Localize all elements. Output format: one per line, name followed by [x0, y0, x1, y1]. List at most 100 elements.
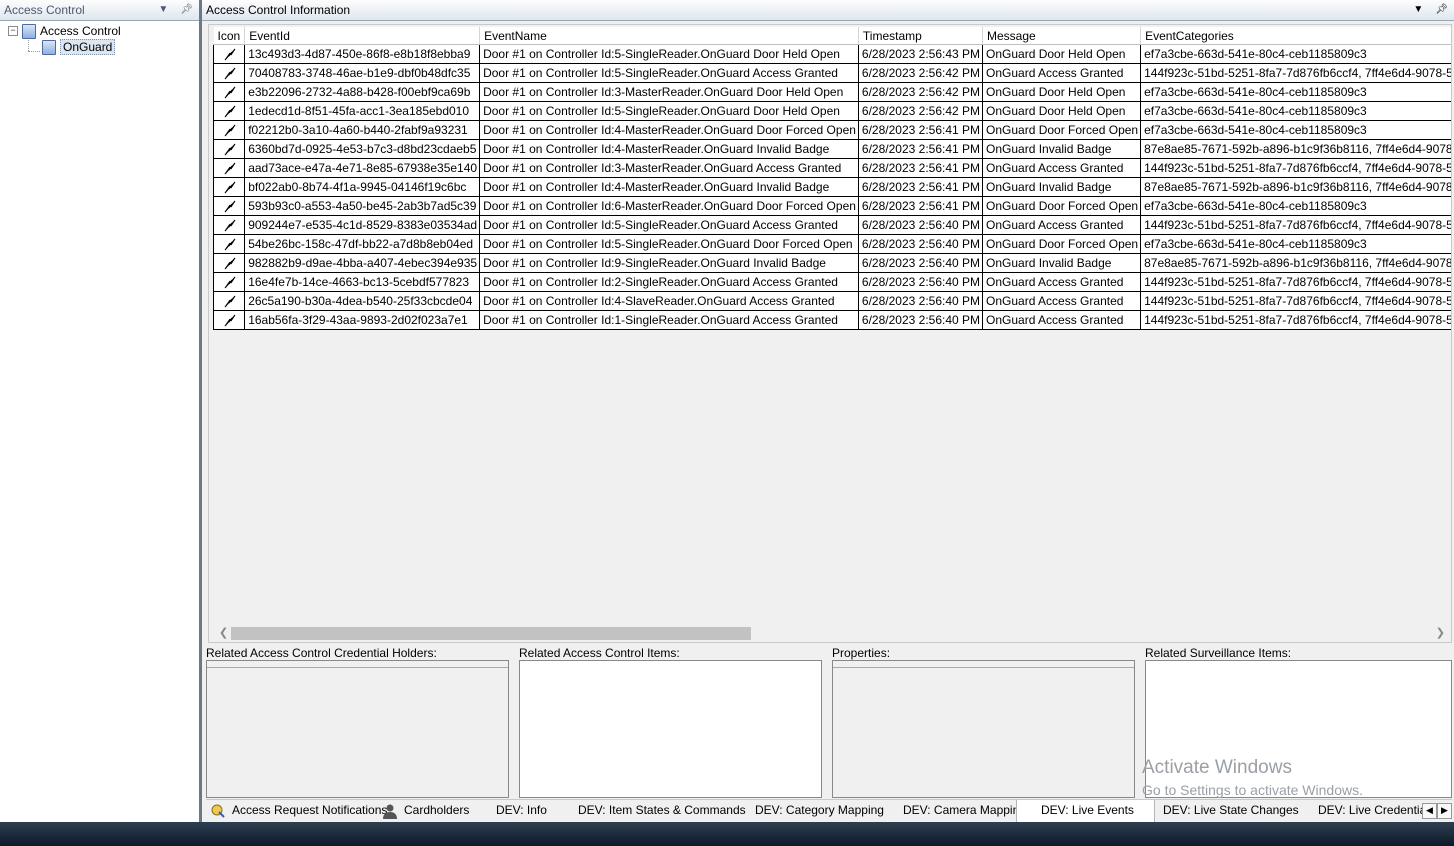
- eventname-cell: Door #1 on Controller Id:2-SingleReader.…: [479, 272, 859, 292]
- table-row[interactable]: e3b22096-2732-4a88-b428-f00ebf9ca69b Door…: [212, 82, 1451, 102]
- pin-icon[interactable]: 📌︎: [180, 4, 193, 15]
- table-row[interactable]: 54be26bc-158c-47df-bb22-a7d8b8eb04ed Door…: [212, 234, 1451, 254]
- bottom-tab-bar: Access Request Notifications Cardholders…: [206, 799, 1452, 823]
- properties-list[interactable]: [832, 660, 1135, 798]
- eventid-cell: e3b22096-2732-4a88-b428-f00ebf9ca69b: [244, 82, 481, 102]
- table-row[interactable]: aad73ace-e47a-4e71-8e85-67938e35e140 Door…: [212, 158, 1451, 178]
- scroll-left-icon[interactable]: ❮: [219, 626, 228, 639]
- pin-icon[interactable]: 📌︎: [1435, 4, 1448, 15]
- tab-dev-item-states[interactable]: DEV: Item States & Commands: [574, 800, 750, 822]
- tree-node-onguard[interactable]: OnGuard: [42, 39, 116, 56]
- tab-dev-category-mapping[interactable]: DEV: Category Mapping: [751, 800, 888, 822]
- desktop-background: [0, 822, 1454, 846]
- message-cell: OnGuard Access Granted: [982, 291, 1142, 311]
- person-icon: [383, 804, 397, 819]
- eventcategories-cell: 144f923c-51bd-5251-8fa7-7d876fb6ccf4, 7f…: [1140, 272, 1451, 292]
- timestamp-cell: 6/28/2023 2:56:40 PM: [857, 291, 984, 311]
- eventname-cell: Door #1 on Controller Id:6-MasterReader.…: [479, 196, 859, 216]
- chevron-down-icon[interactable]: ▼: [158, 4, 168, 15]
- eventname-cell: Door #1 on Controller Id:4-MasterReader.…: [479, 177, 859, 197]
- table-row[interactable]: 70408783-3748-46ae-b1e9-dbf0b48dfc35 Door…: [212, 63, 1451, 83]
- event-icon-cell: [212, 139, 246, 159]
- tab-dev-camera-mapping[interactable]: DEV: Camera Mapping: [899, 800, 1030, 822]
- timestamp-cell: 6/28/2023 2:56:42 PM: [857, 82, 984, 102]
- activate-windows-title: Activate Windows: [1142, 757, 1292, 778]
- table-row[interactable]: 1edecd1d-8f51-45fa-acc1-3ea185ebd010 Door…: [212, 101, 1451, 121]
- eventid-cell: 70408783-3748-46ae-b1e9-dbf0b48dfc35: [244, 63, 481, 83]
- column-header-timestamp[interactable]: Timestamp: [858, 27, 984, 45]
- table-header-row: Icon EventId EventName Timestamp Message…: [213, 27, 1451, 45]
- column-header-eventcategories[interactable]: EventCategories: [1140, 27, 1451, 45]
- activate-windows-subtitle: Go to Settings to activate Windows.: [1142, 782, 1363, 798]
- scrollbar-thumb[interactable]: [231, 627, 751, 640]
- tab-access-request-notifications[interactable]: Access Request Notifications: [206, 800, 391, 822]
- table-row[interactable]: 16e4fe7b-14ce-4663-bc13-5cebdf577823 Door…: [212, 272, 1451, 292]
- timestamp-cell: 6/28/2023 2:56:41 PM: [857, 158, 984, 178]
- table-row[interactable]: 593b93c0-a553-4a50-be45-2ab3b7ad5c39 Door…: [212, 196, 1451, 216]
- timestamp-cell: 6/28/2023 2:56:41 PM: [857, 139, 984, 159]
- access-control-items-list[interactable]: [519, 660, 822, 798]
- tab-dev-info[interactable]: DEV: Info: [492, 800, 551, 822]
- event-icon-cell: [212, 196, 246, 216]
- table-row[interactable]: 6360bd7d-0925-4e53-b7c3-d8bd23cdaeb5 Door…: [212, 139, 1451, 159]
- message-cell: OnGuard Door Forced Open: [982, 234, 1142, 254]
- message-cell: OnGuard Door Held Open: [982, 82, 1142, 102]
- table-row[interactable]: 26c5a190-b30a-4dea-b540-25f33cbcde04 Door…: [212, 291, 1451, 311]
- scroll-right-icon[interactable]: ❯: [1436, 626, 1445, 639]
- message-cell: OnGuard Invalid Badge: [982, 139, 1142, 159]
- access-control-items-panel: Related Access Control Items:: [515, 646, 822, 798]
- lightning-icon: [224, 258, 236, 270]
- table-row[interactable]: 13c493d3-4d87-450e-86f8-e8b18f8ebba9 Door…: [212, 44, 1451, 64]
- timestamp-cell: 6/28/2023 2:56:41 PM: [857, 177, 984, 197]
- timestamp-cell: 6/28/2023 2:56:40 PM: [857, 310, 984, 330]
- table-row[interactable]: 982882b9-d9ae-4bba-a407-4ebec394e935 Door…: [212, 253, 1451, 273]
- eventcategories-cell: ef7a3cbe-663d-541e-80c4-ceb1185809c3: [1140, 44, 1451, 64]
- events-grid: Icon EventId EventName Timestamp Message…: [208, 24, 1452, 643]
- column-header-eventname[interactable]: EventName: [479, 27, 859, 45]
- tab-dev-live-events[interactable]: DEV: Live Events: [1016, 800, 1155, 823]
- panel-label: Related Access Control Items:: [519, 646, 680, 660]
- message-cell: OnGuard Invalid Badge: [982, 253, 1142, 273]
- table-row[interactable]: 909244e7-e535-4c1d-8529-8383e03534ad Door…: [212, 215, 1451, 235]
- credential-holders-list[interactable]: [206, 660, 509, 798]
- panel-label: Properties:: [832, 646, 891, 660]
- table-row[interactable]: 16ab56fa-3f29-43aa-9893-2d02f023a7e1 Door…: [212, 310, 1451, 330]
- timestamp-cell: 6/28/2023 2:56:41 PM: [857, 120, 984, 140]
- tree-pane-title: Access Control: [4, 3, 85, 17]
- eventname-cell: Door #1 on Controller Id:5-SingleReader.…: [479, 63, 859, 83]
- chevron-down-icon[interactable]: ▼: [1413, 4, 1423, 15]
- horizontal-scrollbar[interactable]: ❮ ❯: [209, 625, 1451, 642]
- eventid-cell: bf022ab0-8b74-4f1a-9945-04146f19c6bc: [244, 177, 481, 197]
- message-cell: OnGuard Door Held Open: [982, 101, 1142, 121]
- column-header-icon[interactable]: Icon: [213, 27, 246, 45]
- table-row[interactable]: f02212b0-3a10-4a60-b440-2fabf9a93231 Door…: [212, 120, 1451, 140]
- timestamp-cell: 6/28/2023 2:56:40 PM: [857, 215, 984, 235]
- message-cell: OnGuard Access Granted: [982, 215, 1142, 235]
- eventid-cell: 13c493d3-4d87-450e-86f8-e8b18f8ebba9: [244, 44, 481, 64]
- tab-dev-live-state-changes[interactable]: DEV: Live State Changes: [1159, 800, 1303, 822]
- tab-scroll-right-icon[interactable]: ▶: [1437, 803, 1452, 819]
- tab-scroll-left-icon[interactable]: ◀: [1422, 803, 1437, 819]
- tree-pane-header: Access Control ▼ 📌︎: [0, 0, 199, 21]
- column-header-eventid[interactable]: EventId: [244, 27, 481, 45]
- info-pane: Access Control Information ▼ 📌︎ Icon Even…: [202, 0, 1454, 823]
- event-icon-cell: [212, 120, 246, 140]
- lightning-icon: [224, 125, 236, 137]
- table-row[interactable]: bf022ab0-8b74-4f1a-9945-04146f19c6bc Door…: [212, 177, 1451, 197]
- timestamp-cell: 6/28/2023 2:56:40 PM: [857, 234, 984, 254]
- timestamp-cell: 6/28/2023 2:56:40 PM: [857, 272, 984, 292]
- eventcategories-cell: 144f923c-51bd-5251-8fa7-7d876fb6ccf4, 7f…: [1140, 310, 1451, 330]
- tab-dev-live-credential[interactable]: DEV: Live Credential: [1314, 800, 1427, 822]
- column-header-message[interactable]: Message: [982, 27, 1142, 45]
- tree-node-access-control[interactable]: Access Control: [22, 23, 121, 40]
- collapse-icon[interactable]: −: [8, 26, 18, 36]
- tab-cardholders[interactable]: Cardholders: [378, 800, 473, 822]
- notification-icon: [211, 804, 225, 818]
- eventcategories-cell: ef7a3cbe-663d-541e-80c4-ceb1185809c3: [1140, 82, 1451, 102]
- event-icon-cell: [212, 215, 246, 235]
- eventid-cell: 593b93c0-a553-4a50-be45-2ab3b7ad5c39: [244, 196, 481, 216]
- lightning-icon: [224, 144, 236, 156]
- event-icon-cell: [212, 234, 246, 254]
- eventname-cell: Door #1 on Controller Id:5-SingleReader.…: [479, 215, 859, 235]
- info-pane-title: Access Control Information: [206, 3, 351, 17]
